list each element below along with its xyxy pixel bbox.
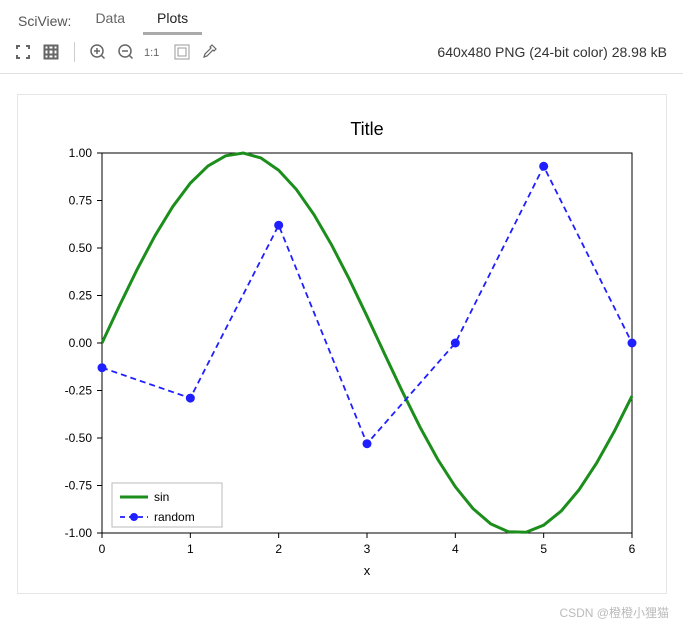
- marker-random: [539, 162, 548, 171]
- marker-random: [362, 439, 371, 448]
- svg-text:2: 2: [275, 542, 282, 556]
- marker-random: [274, 221, 283, 230]
- toolbar: 1:1 640x480 PNG (24-bit color) 28.98 kB: [0, 35, 683, 74]
- svg-text:-1.00: -1.00: [64, 526, 92, 540]
- grid-icon[interactable]: [40, 41, 62, 63]
- legend-label-random: random: [154, 510, 195, 524]
- color-picker-icon[interactable]: [199, 41, 221, 63]
- chart-container: Title x -1.00 -0.75 -0.50 -0.25 0.00 0.25 0.50 0.…: [17, 94, 667, 594]
- one-to-one-icon[interactable]: 1:1: [143, 41, 165, 63]
- svg-text:0.50: 0.50: [68, 241, 92, 255]
- marker-random: [185, 394, 194, 403]
- watermark: CSDN @橙橙小狸猫: [559, 604, 669, 621]
- svg-text:0.00: 0.00: [68, 336, 92, 350]
- zoom-in-icon[interactable]: [87, 41, 109, 63]
- marker-random: [450, 339, 459, 348]
- svg-text:4: 4: [451, 542, 458, 556]
- x-axis-label: x: [363, 563, 370, 578]
- legend-label-sin: sin: [154, 490, 169, 504]
- svg-text:5: 5: [540, 542, 547, 556]
- marker-random: [97, 363, 106, 372]
- plot-area: Title x -1.00 -0.75 -0.50 -0.25 0.00 0.25 0.50 0.…: [0, 74, 683, 604]
- fit-icon[interactable]: [12, 41, 34, 63]
- zoom-out-icon[interactable]: [115, 41, 137, 63]
- marker-random: [627, 339, 636, 348]
- svg-text:-0.50: -0.50: [64, 431, 92, 445]
- svg-text:-0.25: -0.25: [64, 384, 92, 398]
- tab-plots[interactable]: Plots: [143, 6, 202, 35]
- tabbar: SciView: Data Plots: [0, 0, 683, 35]
- panel-label: SciView:: [12, 9, 77, 33]
- svg-text:-0.75: -0.75: [64, 479, 92, 493]
- svg-text:3: 3: [363, 542, 370, 556]
- chart: Title x -1.00 -0.75 -0.50 -0.25 0.00 0.25 0.50 0.…: [32, 113, 652, 583]
- svg-text:1: 1: [186, 542, 193, 556]
- svg-text:0.25: 0.25: [68, 289, 92, 303]
- svg-text:1.00: 1.00: [68, 146, 92, 160]
- svg-text:0.75: 0.75: [68, 194, 92, 208]
- svg-text:1:1: 1:1: [144, 47, 159, 59]
- file-info: 640x480 PNG (24-bit color) 28.98 kB: [437, 44, 671, 60]
- svg-text:6: 6: [628, 542, 635, 556]
- fullscreen-icon[interactable]: [171, 41, 193, 63]
- chart-title: Title: [350, 119, 383, 139]
- tab-data[interactable]: Data: [81, 6, 139, 35]
- separator: [74, 42, 75, 62]
- svg-text:0: 0: [98, 542, 105, 556]
